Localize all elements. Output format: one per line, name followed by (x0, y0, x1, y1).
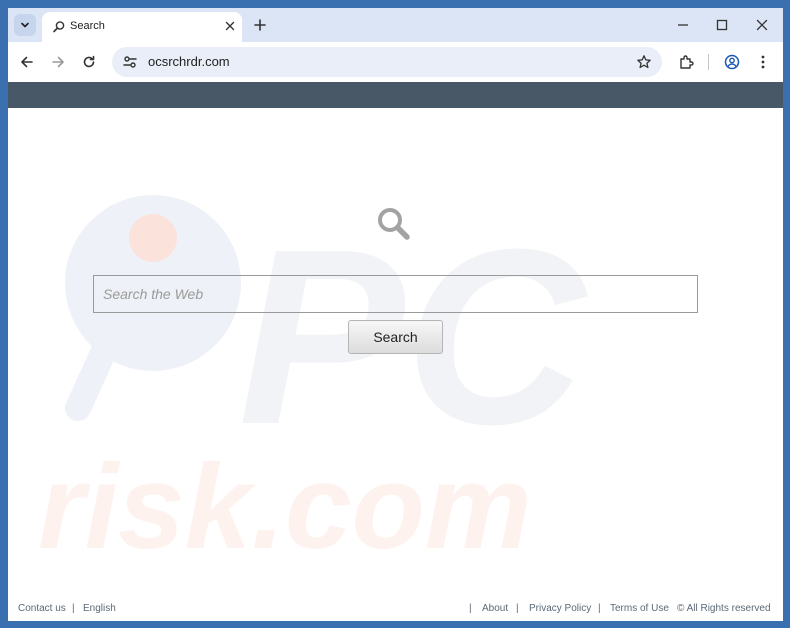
tab-title: Search (70, 20, 105, 32)
browser-toolbar: ocsrchrdr.com (8, 42, 783, 82)
window-close-icon[interactable] (755, 18, 769, 32)
page-footer: Contact us | English | About | Privacy P… (8, 598, 783, 621)
site-settings-icon[interactable] (122, 54, 138, 70)
search-button[interactable]: Search (348, 320, 443, 354)
chevron-down-icon (21, 22, 29, 28)
search-logo-icon (378, 208, 410, 240)
toolbar-divider (708, 54, 709, 70)
forward-arrow-icon[interactable] (50, 54, 66, 70)
extensions-icon[interactable] (678, 54, 694, 70)
footer-link-terms[interactable]: Terms of Use (610, 603, 669, 614)
footer-divider: | (469, 603, 472, 614)
search-input[interactable] (93, 275, 698, 313)
browser-window: Search ocsrchrdr.com PC risk.com Search … (8, 8, 783, 621)
address-bar[interactable]: ocsrchrdr.com (112, 47, 662, 77)
page-header-bar (8, 82, 783, 108)
footer-divider: | (516, 603, 519, 614)
tab-strip: Search (8, 8, 783, 42)
menu-kebab-icon[interactable] (755, 54, 771, 70)
search-icon (53, 21, 65, 33)
footer-divider: | (72, 603, 75, 614)
back-arrow-icon[interactable] (19, 54, 35, 70)
footer-link-privacy[interactable]: Privacy Policy (529, 603, 591, 614)
profile-icon[interactable] (724, 54, 740, 70)
minimize-icon[interactable] (676, 18, 690, 32)
page-content: PC risk.com Search Contact us | English … (8, 108, 783, 621)
footer-copyright: © All Rights reserved (677, 603, 771, 614)
footer-link-about[interactable]: About (482, 603, 508, 614)
tab-search-button[interactable] (14, 14, 36, 36)
footer-link-language[interactable]: English (83, 603, 116, 614)
star-icon[interactable] (636, 54, 652, 70)
footer-link-contact[interactable]: Contact us (18, 603, 66, 614)
tab-active[interactable]: Search (42, 12, 242, 42)
pcrisk-watermark: PC risk.com (38, 195, 589, 574)
url-text[interactable]: ocsrchrdr.com (148, 54, 230, 69)
watermark-domain-text: risk.com (38, 440, 532, 574)
close-icon[interactable] (224, 20, 236, 32)
maximize-icon[interactable] (715, 18, 729, 32)
footer-divider: | (598, 603, 601, 614)
reload-icon[interactable] (81, 54, 97, 70)
plus-icon[interactable] (252, 17, 268, 33)
